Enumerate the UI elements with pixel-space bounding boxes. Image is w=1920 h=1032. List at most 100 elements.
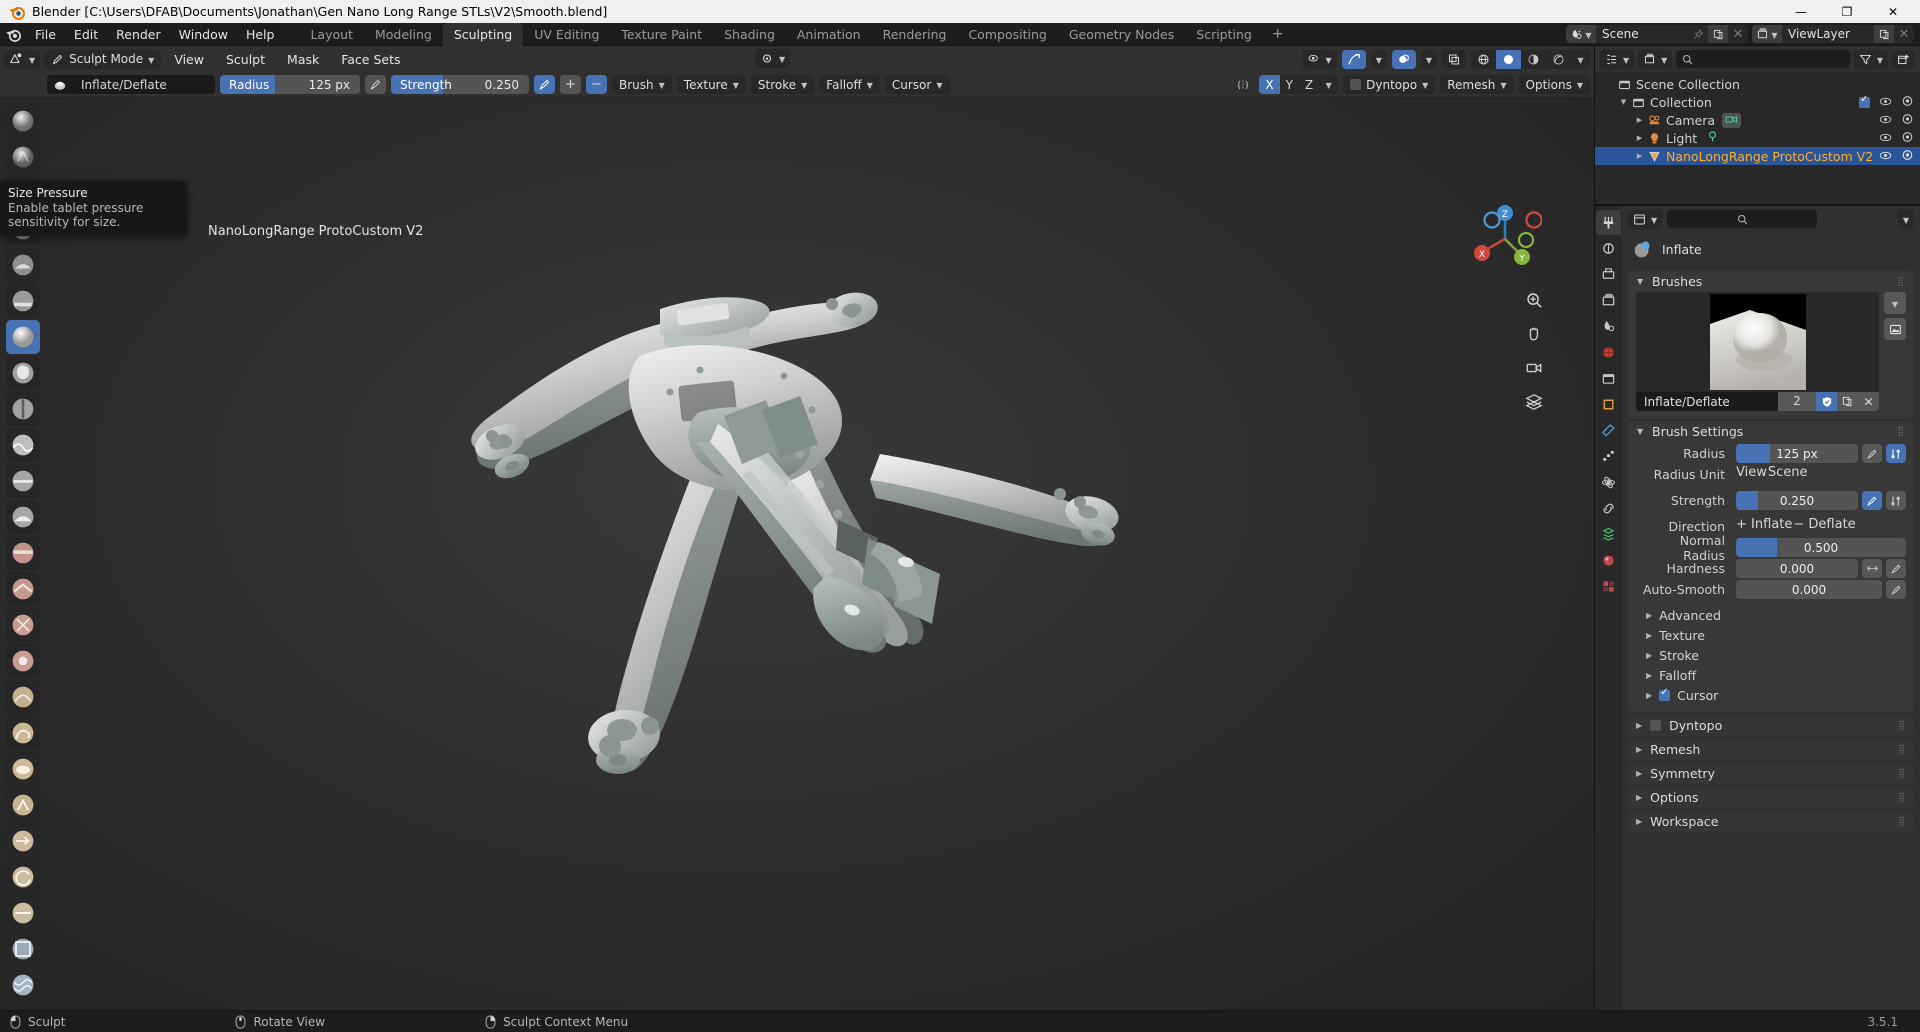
tool-grab-brush[interactable]: [6, 644, 40, 678]
radius-unified-icon[interactable]: [1886, 444, 1906, 463]
collection-enable-checkbox[interactable]: [1859, 97, 1870, 108]
editor-type-selector[interactable]: ▼: [4, 50, 40, 69]
chevron-down-icon[interactable]: ▼: [1617, 98, 1630, 106]
viewlayer-datablock[interactable]: ▼ ViewLayer ✕: [1752, 25, 1914, 43]
tool-pinch-brush[interactable]: [6, 608, 40, 642]
symmetry-y-button[interactable]: Y: [1280, 75, 1299, 94]
tab-uv-editing[interactable]: UV Editing: [523, 23, 610, 46]
popover-cursor[interactable]: Cursor ▼: [885, 75, 950, 94]
tool-fill-brush[interactable]: [6, 500, 40, 534]
brush-dropdown-button[interactable]: ▼: [1884, 292, 1906, 314]
chevron-right-icon[interactable]: ▶: [1633, 116, 1646, 124]
menu-window[interactable]: Window: [170, 23, 237, 46]
tool-rotate-brush[interactable]: [6, 860, 40, 894]
brush-unlink-icon[interactable]: ✕: [1858, 392, 1879, 411]
tab-texture-paint[interactable]: Texture Paint: [610, 23, 713, 46]
popover-brush[interactable]: Brush ▼: [612, 75, 672, 94]
properties-editor-type-selector[interactable]: ▼: [1628, 210, 1662, 229]
shading-rendered-button[interactable]: [1546, 50, 1571, 69]
tool-blob-brush[interactable]: [6, 356, 40, 390]
tool-draw-brush[interactable]: [6, 104, 40, 138]
remesh-popover[interactable]: Remesh ▼: [1440, 75, 1513, 94]
tab-modeling[interactable]: Modeling: [364, 23, 443, 46]
eye-icon[interactable]: [1879, 131, 1892, 146]
options-popover[interactable]: Options ▼: [1519, 75, 1590, 94]
viewport-gizmo-toggle[interactable]: ▼: [755, 49, 790, 68]
direction-selector[interactable]: + Inflate − Deflate: [1736, 517, 1906, 536]
normal-radius-value-slider[interactable]: 0.500: [1736, 538, 1906, 557]
tool-slide-relax-brush[interactable]: [6, 896, 40, 930]
symmetry-axis-selector[interactable]: X Y Z ▼: [1259, 75, 1338, 94]
auto-smooth-value-slider[interactable]: 0.000: [1736, 580, 1882, 599]
radius-slider[interactable]: Radius 125 px: [220, 75, 360, 94]
tool-elastic-deform-brush[interactable]: [6, 680, 40, 714]
strength-unified-icon[interactable]: [1886, 491, 1906, 510]
tool-nudge-brush[interactable]: [6, 824, 40, 858]
shading-solid-button[interactable]: [1496, 50, 1521, 69]
properties-tab-view-layer[interactable]: [1596, 288, 1621, 313]
chevron-right-icon[interactable]: ▶: [1633, 134, 1646, 142]
properties-scroll-area[interactable]: Inflate ▼ Brushes ⣿: [1622, 232, 1920, 1010]
viewlayer-delete-icon[interactable]: ✕: [1894, 25, 1914, 43]
brush-fake-user-icon[interactable]: [1816, 392, 1837, 411]
tool-boundary-brush[interactable]: [6, 932, 40, 966]
camera-render-icon[interactable]: [1901, 113, 1914, 128]
camera-render-icon[interactable]: [1901, 149, 1914, 164]
tab-animation[interactable]: Animation: [786, 23, 872, 46]
viewport-menu-sculpt[interactable]: Sculpt: [217, 48, 274, 71]
properties-tab-constraints[interactable]: [1596, 496, 1621, 521]
tab-scripting[interactable]: Scripting: [1185, 23, 1263, 46]
properties-tab-tool[interactable]: [1596, 210, 1621, 235]
properties-tab-material[interactable]: [1596, 548, 1621, 573]
shading-options-dropdown[interactable]: ▼: [1571, 50, 1590, 69]
brush-datablock-name[interactable]: Inflate/Deflate: [1636, 395, 1778, 409]
properties-tab-object[interactable]: [1596, 392, 1621, 417]
radius-unit-scene-button[interactable]: Scene: [1768, 465, 1808, 484]
tool-simplify-brush[interactable]: [6, 1004, 40, 1010]
symmetry-x-button[interactable]: X: [1259, 75, 1279, 94]
camera-icon[interactable]: [1522, 356, 1546, 380]
properties-tab-modifier[interactable]: [1596, 418, 1621, 443]
scene-new-copy-icon[interactable]: [1708, 25, 1728, 43]
hardness-pressure-icon[interactable]: [1886, 559, 1906, 578]
radius-value-slider[interactable]: 125 px: [1736, 444, 1858, 463]
outliner-row-mesh-object[interactable]: ▶ NanoLongRange ProtoCustom V2: [1595, 147, 1920, 165]
direction-inflate-button[interactable]: + Inflate: [1736, 517, 1792, 536]
viewlayer-name[interactable]: ViewLayer: [1782, 25, 1874, 43]
window-close-button[interactable]: ✕: [1870, 0, 1916, 23]
panel-remesh[interactable]: ▶ Remesh ⣿: [1628, 739, 1914, 760]
add-workspace-button[interactable]: +: [1263, 23, 1293, 46]
tool-pose-brush[interactable]: [6, 788, 40, 822]
gizmo-options-dropdown[interactable]: ▼: [1371, 50, 1387, 69]
navigation-gizmo[interactable]: Z X Y: [1468, 202, 1542, 276]
camera-render-icon[interactable]: [1901, 131, 1914, 146]
shading-wireframe-button[interactable]: [1471, 50, 1496, 69]
eye-icon[interactable]: [1879, 149, 1892, 164]
popover-falloff[interactable]: Falloff ▼: [819, 75, 880, 94]
radius-unit-selector[interactable]: View Scene: [1736, 465, 1906, 484]
light-object-icon[interactable]: [1706, 130, 1719, 146]
tool-layer-brush[interactable]: [6, 284, 40, 318]
shading-mode-selector[interactable]: ▼: [1471, 50, 1590, 69]
dyntopo-checkbox[interactable]: [1350, 79, 1361, 90]
visibility-selector[interactable]: ▼: [1302, 50, 1337, 69]
tool-smooth-brush[interactable]: [6, 428, 40, 462]
xray-toggle-button[interactable]: [1442, 50, 1466, 69]
panel-symmetry[interactable]: ▶ Symmetry ⣿: [1628, 763, 1914, 784]
hardness-value-slider[interactable]: 0.000: [1736, 559, 1858, 578]
mode-selector[interactable]: Sculpt Mode ▼: [44, 50, 161, 69]
outliner-editor-type-selector[interactable]: ▼: [1600, 50, 1634, 69]
chevron-right-icon[interactable]: ▶: [1633, 152, 1646, 160]
outliner-display-mode-selector[interactable]: ▼: [1638, 50, 1672, 69]
panel-dyntopo[interactable]: ▶ Dyntopo ⣿: [1628, 715, 1914, 736]
subpanel-cursor[interactable]: ▶ Cursor: [1628, 685, 1914, 705]
tool-snake-hook-brush[interactable]: [6, 716, 40, 750]
eye-icon[interactable]: [1879, 95, 1892, 110]
properties-tab-output[interactable]: [1596, 262, 1621, 287]
outliner-tree[interactable]: Scene Collection ▼ Collection: [1595, 72, 1920, 204]
strength-pressure-toggle-icon[interactable]: [534, 75, 555, 94]
scene-name[interactable]: Scene: [1596, 25, 1688, 43]
outliner-row-scene-collection[interactable]: Scene Collection: [1595, 75, 1920, 93]
viewport-3d[interactable]: Size Pressure Enable tablet pressure sen…: [0, 98, 1594, 1010]
viewport-menu-view[interactable]: View: [165, 48, 213, 71]
